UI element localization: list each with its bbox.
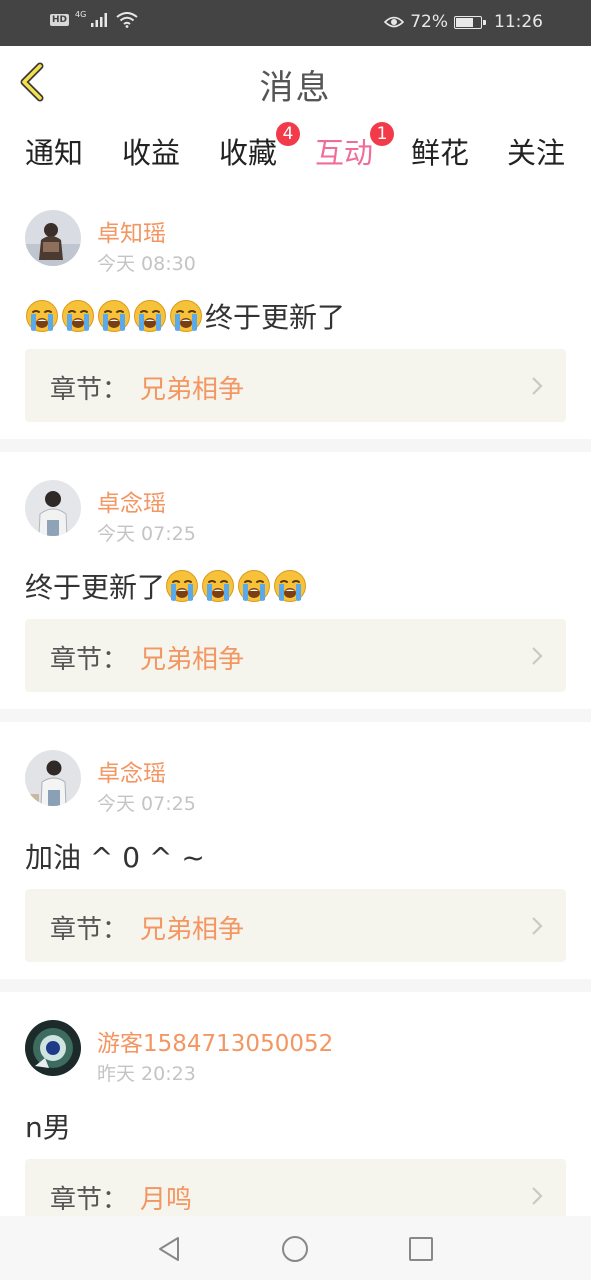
- chevron-right-icon: [532, 647, 543, 665]
- username[interactable]: 卓念瑶: [97, 484, 166, 518]
- timestamp: 昨天 20:23: [97, 1063, 196, 1085]
- chapter-name: 兄弟相争: [140, 375, 245, 405]
- wifi-icon: [116, 12, 138, 28]
- back-triangle-icon[interactable]: [154, 1234, 184, 1264]
- interactions-badge: 1: [370, 122, 394, 146]
- message-card: 卓念瑶 今天 07:25 终于更新了 章节： 兄弟相争: [0, 452, 591, 709]
- chapter-link[interactable]: 章节： 月鸣: [25, 1159, 566, 1216]
- username[interactable]: 游客1584713050052: [97, 1024, 333, 1058]
- comment-text: 终于更新了: [25, 296, 345, 336]
- crying-face-emoji-icon: [201, 569, 235, 603]
- timestamp: 今天 08:30: [97, 253, 196, 275]
- crying-face-emoji-icon: [133, 299, 167, 333]
- message-list[interactable]: 卓知瑶 今天 08:30 终于更新了 章节： 兄弟相争 卓念瑶 今天 07:25…: [0, 182, 591, 1216]
- comment-body: 加油 ^ 0 ^ ~: [25, 841, 205, 874]
- tab-interactions[interactable]: 互动 1: [304, 122, 394, 186]
- crying-face-emoji-icon: [165, 569, 199, 603]
- comment-text: 终于更新了: [25, 566, 309, 606]
- avatar[interactable]: [25, 750, 81, 806]
- comment-body: n男: [25, 1111, 71, 1144]
- comment-body: 终于更新了: [205, 301, 346, 334]
- chapter-label: 章节：: [50, 375, 129, 405]
- battery-icon: [454, 15, 486, 29]
- home-circle-icon[interactable]: [280, 1234, 310, 1264]
- recents-square-icon[interactable]: [406, 1234, 436, 1264]
- tab-notifications[interactable]: 通知: [14, 130, 94, 172]
- tab-favorites[interactable]: 收藏 4: [208, 122, 300, 172]
- chevron-right-icon: [532, 1187, 543, 1205]
- avatar[interactable]: [25, 1020, 81, 1076]
- message-card: 卓念瑶 今天 07:25 加油 ^ 0 ^ ~ 章节： 兄弟相争: [0, 722, 591, 979]
- chapter-link[interactable]: 章节： 兄弟相争: [25, 349, 566, 422]
- favorites-badge: 4: [276, 122, 300, 146]
- chapter-name: 月鸣: [140, 1185, 193, 1215]
- chapter-label: 章节：: [50, 1185, 129, 1215]
- chevron-right-icon: [532, 377, 543, 395]
- tab-label: 通知: [24, 136, 83, 170]
- tab-label: 收藏: [218, 136, 277, 170]
- status-right: 72% 11:26: [384, 12, 543, 32]
- message-card: 卓知瑶 今天 08:30 终于更新了 章节： 兄弟相争: [0, 182, 591, 439]
- timestamp: 今天 07:25: [97, 523, 196, 545]
- crying-face-emoji-icon: [273, 569, 307, 603]
- status-bar: HD 4G 72% 11:26: [0, 0, 591, 46]
- chevron-right-icon: [532, 917, 543, 935]
- clock: 11:26: [494, 12, 543, 32]
- signal-icon: [91, 13, 108, 27]
- username[interactable]: 卓知瑶: [97, 214, 166, 248]
- tab-following[interactable]: 关注: [496, 130, 576, 172]
- tab-label: 互动: [314, 136, 373, 170]
- battery-fill: [456, 17, 474, 27]
- tab-bar: 通知 收益 收藏 4 互动 1 鲜花 关注: [0, 118, 591, 186]
- username[interactable]: 卓念瑶: [97, 754, 166, 788]
- tab-label: 收益: [121, 136, 180, 170]
- chapter-label: 章节：: [50, 915, 129, 945]
- avatar[interactable]: [25, 210, 81, 266]
- header: 消息: [0, 46, 591, 118]
- chapter-link[interactable]: 章节： 兄弟相争: [25, 889, 566, 962]
- hd-icon: HD: [50, 14, 70, 26]
- eye-icon: [384, 16, 405, 28]
- timestamp: 今天 07:25: [97, 793, 196, 815]
- chapter-label: 章节：: [50, 645, 129, 675]
- crying-face-emoji-icon: [169, 299, 203, 333]
- tab-earnings[interactable]: 收益: [111, 130, 191, 172]
- status-left: HD 4G: [50, 9, 138, 28]
- message-card: 游客1584713050052 昨天 20:23 n男 章节： 月鸣: [0, 992, 591, 1216]
- crying-face-emoji-icon: [61, 299, 95, 333]
- comment-body: 终于更新了: [25, 571, 166, 604]
- crying-emoji-group: [25, 299, 205, 333]
- network-type: 4G: [75, 9, 87, 19]
- crying-face-emoji-icon: [237, 569, 271, 603]
- crying-face-emoji-icon: [25, 299, 59, 333]
- comment-text: 加油 ^ 0 ^ ~: [25, 836, 205, 876]
- crying-face-emoji-icon: [97, 299, 131, 333]
- system-nav-bar: [0, 1216, 591, 1280]
- page-title: 消息: [259, 68, 332, 108]
- chapter-name: 兄弟相争: [140, 915, 245, 945]
- battery-percent: 72%: [410, 12, 448, 32]
- chapter-link[interactable]: 章节： 兄弟相争: [25, 619, 566, 692]
- chapter-name: 兄弟相争: [140, 645, 245, 675]
- crying-emoji-group: [165, 569, 309, 603]
- screen: HD 4G 72% 11:26 消息 通知 收益 收藏 4 互动 1 鲜花 关注…: [0, 0, 591, 1280]
- avatar[interactable]: [25, 480, 81, 536]
- tab-label: 鲜花: [410, 136, 469, 170]
- tab-label: 关注: [506, 136, 565, 170]
- tab-flowers[interactable]: 鲜花: [400, 130, 480, 172]
- comment-text: n男: [25, 1106, 71, 1146]
